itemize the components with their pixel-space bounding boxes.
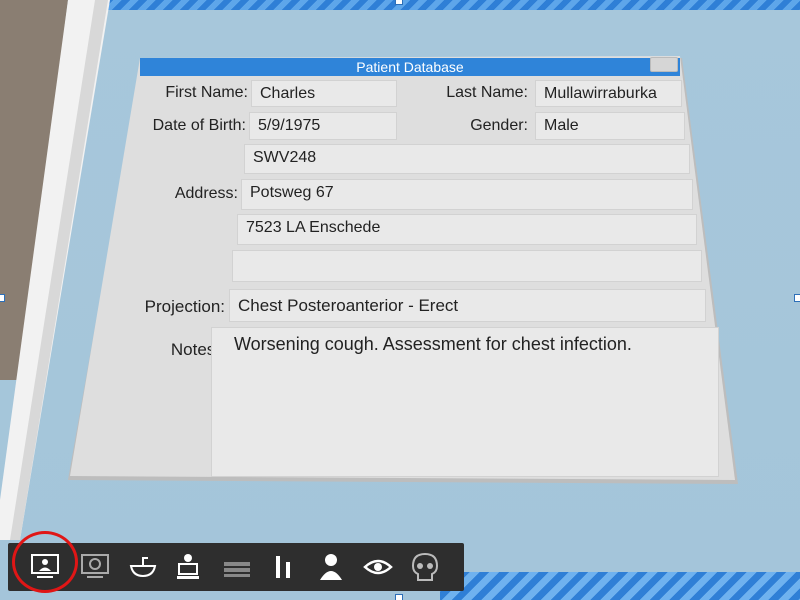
close-button[interactable] (650, 57, 678, 72)
notes-field[interactable]: Worsening cough. Assessment for chest in… (211, 327, 719, 477)
last-name-label: Last Name: (446, 84, 528, 101)
lr-markers-icon[interactable] (266, 550, 300, 584)
dob-label: Date of Birth: (152, 117, 246, 134)
stack-layers-icon[interactable] (220, 550, 254, 584)
skull-icon[interactable] (408, 550, 442, 584)
person-icon[interactable] (314, 550, 348, 584)
first-name-field[interactable]: Charles (251, 80, 397, 107)
projection-label: Projection: (144, 297, 225, 316)
sink-icon[interactable] (126, 550, 160, 584)
panel-title: Patient Database (356, 59, 464, 75)
monitor-person-icon[interactable] (28, 550, 62, 584)
dob-field[interactable]: 5/9/1975 (249, 112, 397, 140)
patient-database-panel: Patient Database First Name: Charles Las… (0, 0, 800, 600)
address-line2-field[interactable]: 7523 LA Enschede (237, 214, 697, 245)
gender-field[interactable]: Male (535, 112, 685, 140)
last-name-field[interactable]: Mullawirraburka (535, 80, 682, 107)
person-monitor-icon[interactable] (171, 550, 205, 584)
projection-field[interactable]: Chest Posteroanterior - Erect (229, 289, 706, 322)
hin-field[interactable]: SWV248 (244, 144, 690, 174)
address-line1-field[interactable]: Potsweg 67 (241, 179, 693, 210)
notes-label: Notes: (170, 340, 220, 359)
monitor-gear-icon[interactable] (78, 550, 112, 584)
address-label: Address: (174, 185, 238, 202)
eye-icon[interactable] (361, 550, 395, 584)
first-name-label: First Name: (165, 84, 248, 101)
gender-label: Gender: (470, 117, 528, 134)
address-line3-field[interactable] (232, 250, 702, 282)
